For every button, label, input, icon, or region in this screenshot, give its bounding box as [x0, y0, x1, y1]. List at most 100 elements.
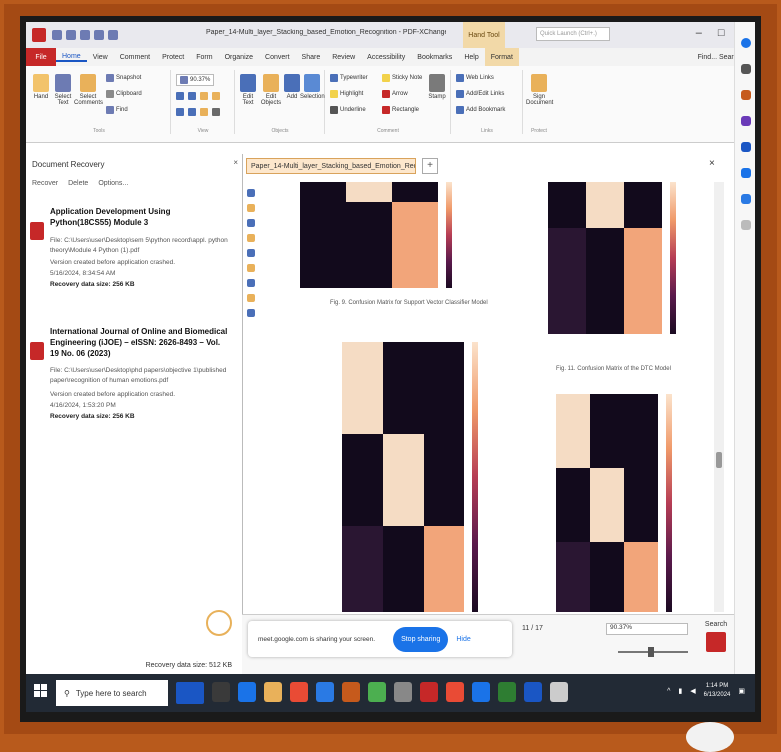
- tab-help[interactable]: Help: [458, 54, 484, 61]
- select-comments-button[interactable]: Select Comments: [74, 74, 103, 106]
- tab-organize[interactable]: Organize: [219, 54, 259, 61]
- web-links-button[interactable]: Web Links: [456, 74, 494, 82]
- chrome-icon[interactable]: [290, 682, 308, 702]
- select-text-button[interactable]: Select Text: [52, 74, 74, 106]
- typewriter-button[interactable]: Typewriter: [330, 74, 368, 82]
- file-explorer-icon[interactable]: [264, 682, 282, 702]
- sticky-note-button[interactable]: Sticky Note: [382, 74, 422, 82]
- store-icon[interactable]: [316, 682, 334, 702]
- volume-icon[interactable]: ◀: [690, 687, 695, 695]
- shopping-icon[interactable]: [740, 90, 751, 100]
- search-panel[interactable]: Search: [698, 621, 734, 661]
- word-icon[interactable]: [524, 682, 542, 702]
- app-icon-11[interactable]: [472, 682, 490, 702]
- minimize-button[interactable]: –: [696, 27, 702, 39]
- stamp-button[interactable]: Stamp: [426, 74, 448, 100]
- pdf-xchange-icon[interactable]: [420, 682, 438, 702]
- delete-button[interactable]: Delete: [68, 180, 88, 187]
- sign-document-button[interactable]: Sign Document: [526, 74, 553, 106]
- underline-button[interactable]: Underline: [330, 106, 366, 114]
- app-icon-14[interactable]: [550, 682, 568, 702]
- layers-icon[interactable]: [247, 249, 255, 257]
- office-icon[interactable]: [740, 168, 751, 178]
- add-bookmark-button[interactable]: Add Bookmark: [456, 106, 505, 114]
- next-view-icon[interactable]: [200, 108, 208, 116]
- tools-icon[interactable]: [740, 116, 751, 126]
- signatures-icon[interactable]: [247, 264, 255, 272]
- prev-view-icon[interactable]: [188, 108, 196, 116]
- close-document-icon[interactable]: ×: [709, 158, 721, 170]
- zoom-select[interactable]: 90.37%: [606, 623, 688, 635]
- document-tab[interactable]: Paper_14-Multi_layer_Stacking_based_Emot…: [246, 158, 416, 174]
- hide-button[interactable]: Hide: [456, 636, 470, 643]
- app-icon-7[interactable]: [368, 682, 386, 702]
- quick-launch-input[interactable]: Quick Launch (Ctrl+.): [536, 27, 610, 41]
- tab-format[interactable]: Format: [484, 48, 519, 66]
- highlight-button[interactable]: Highlight: [330, 90, 363, 98]
- vertical-scrollbar[interactable]: [714, 182, 724, 612]
- page-layout-icon[interactable]: [212, 108, 220, 116]
- search-icon[interactable]: [740, 64, 751, 74]
- recover-button[interactable]: Recover: [32, 180, 58, 187]
- redo-icon[interactable]: [108, 30, 118, 40]
- selection-button[interactable]: Selection: [300, 74, 325, 100]
- tab-comment[interactable]: Comment: [114, 54, 156, 61]
- stop-sharing-button[interactable]: Stop sharing: [393, 626, 449, 652]
- attachments-icon[interactable]: [247, 234, 255, 242]
- recovery-item-2[interactable]: International Journal of Online and Biom…: [30, 326, 236, 466]
- network-icon[interactable]: ▮: [678, 687, 682, 695]
- edit-text-button[interactable]: Edit Text: [238, 74, 258, 106]
- app-icon-6[interactable]: [342, 682, 360, 702]
- settings-icon[interactable]: [394, 682, 412, 702]
- clipboard-button[interactable]: Clipboard: [106, 90, 142, 98]
- tab-bookmarks[interactable]: Bookmarks: [411, 54, 458, 61]
- tab-accessibility[interactable]: Accessibility: [361, 54, 411, 61]
- taskbar-search-input[interactable]: ⚲ Type here to search: [56, 680, 168, 706]
- zoom-box[interactable]: 90.37%: [176, 74, 215, 86]
- clock[interactable]: 1:14 PM 6/13/2024: [704, 682, 731, 700]
- tab-file[interactable]: File: [26, 48, 56, 66]
- tab-view[interactable]: View: [87, 54, 114, 61]
- outlook-icon[interactable]: [740, 194, 751, 204]
- rectangle-button[interactable]: Rectangle: [382, 106, 419, 114]
- add-edit-links-button[interactable]: Add/Edit Links: [456, 90, 504, 98]
- games-icon[interactable]: [740, 142, 751, 152]
- recovery-item-1[interactable]: Application Development Using Python(18C…: [30, 206, 236, 326]
- zoom-in-icon[interactable]: [200, 92, 208, 100]
- tab-share[interactable]: Share: [296, 54, 327, 61]
- chevron-up-icon[interactable]: ^: [667, 688, 670, 695]
- fields-icon[interactable]: [247, 309, 255, 317]
- rotate-icon[interactable]: [176, 108, 184, 116]
- arrow-button[interactable]: Arrow: [382, 90, 408, 98]
- scrollbar-thumb[interactable]: [716, 452, 722, 468]
- tab-review[interactable]: Review: [326, 54, 361, 61]
- add-icon[interactable]: [740, 220, 751, 230]
- bookmarks-icon[interactable]: [247, 204, 255, 212]
- search-highlight-icon[interactable]: [176, 682, 204, 704]
- add-button[interactable]: Add: [284, 74, 300, 100]
- find-button[interactable]: Find: [106, 106, 128, 114]
- tab-home[interactable]: Home: [56, 53, 87, 62]
- zoom-out-icon[interactable]: [212, 92, 220, 100]
- tags-icon[interactable]: [247, 294, 255, 302]
- excel-icon[interactable]: [498, 682, 516, 702]
- new-tab-button[interactable]: +: [422, 158, 438, 174]
- fit-page-icon[interactable]: [176, 92, 184, 100]
- options-button[interactable]: Options...: [98, 180, 128, 187]
- copilot-icon[interactable]: [740, 38, 751, 48]
- fit-width-icon[interactable]: [188, 92, 196, 100]
- app-icon-10[interactable]: [446, 682, 464, 702]
- comments-icon[interactable]: [247, 219, 255, 227]
- print-icon[interactable]: [80, 30, 90, 40]
- tab-form[interactable]: Form: [190, 54, 218, 61]
- tab-convert[interactable]: Convert: [259, 54, 296, 61]
- destinations-icon[interactable]: [247, 279, 255, 287]
- windows-start-icon[interactable]: [34, 684, 48, 698]
- zoom-slider[interactable]: [618, 647, 688, 657]
- document-canvas[interactable]: Fig. 9. Confusion Matrix for Support Vec…: [260, 182, 712, 612]
- maximize-button[interactable]: □: [718, 27, 725, 39]
- edit-objects-button[interactable]: Edit Objects: [258, 74, 284, 106]
- pages-icon[interactable]: [247, 189, 255, 197]
- hand-button[interactable]: Hand: [30, 74, 52, 100]
- tab-protect[interactable]: Protect: [156, 54, 190, 61]
